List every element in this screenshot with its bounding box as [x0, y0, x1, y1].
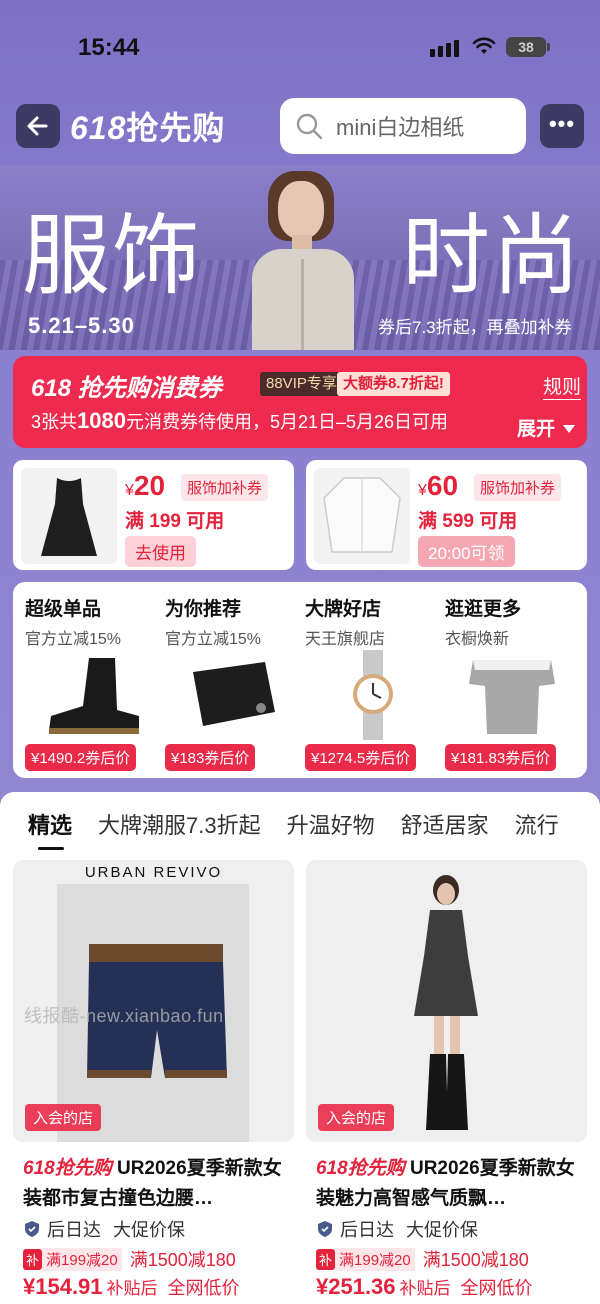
product-image — [306, 860, 587, 1142]
shirt-product-image — [314, 468, 410, 564]
product-card[interactable]: 入会的店 618抢先购 UR2026夏季新款女装魅力高智感气质飘… 后日达 大促… — [306, 860, 587, 1304]
product-title: 618抢先购 UR2026夏季新款女装都市复古撞色边腰… — [23, 1158, 282, 1209]
boot-icon — [49, 658, 139, 734]
banner-title-left: 服饰 — [22, 204, 203, 307]
promo-tags: 补 满199减20 满1500减180 — [23, 1246, 236, 1272]
watch-icon — [353, 650, 393, 740]
product-image: URBAN REVIVO — [13, 860, 294, 1142]
coupon-title: 618 抢先购消费券 — [31, 375, 222, 402]
coupon-amount: ¥20 — [125, 470, 166, 501]
store-badge: 入会的店 — [25, 1104, 102, 1131]
blouse-icon — [469, 660, 555, 734]
shipping-info: 后日达 大促价保 — [23, 1216, 185, 1242]
coupon-panel[interactable]: 618 抢先购消费券 88VIP专享 大额券8.7折起! 3张共1080元消费券… — [13, 356, 587, 448]
back-button[interactable] — [16, 104, 60, 148]
battery-icon: 38 — [506, 37, 550, 57]
tab-home[interactable]: 舒适居家 — [401, 808, 489, 840]
coupon-amount: ¥60 — [418, 470, 459, 501]
expand-button[interactable]: 展开 — [517, 414, 576, 441]
signal-icon — [430, 40, 459, 57]
vip-tag: 88VIP专享 — [260, 372, 343, 396]
brand-text: 抢先购 — [126, 110, 226, 146]
feed-tabs: 精选 大牌潮服7.3折起 升温好物 舒适居家 流行 — [28, 808, 559, 850]
promo-banner[interactable]: 服饰 时尚 5.21–5.30 券后7.3折起，再叠加补券 — [0, 165, 600, 350]
category-item[interactable]: 为你推荐 官方立减15% ¥183券后价 — [165, 594, 305, 771]
coupon-condition: 满 599 可用 — [418, 511, 518, 532]
category-item[interactable]: 逛逛更多 衣橱焕新 ¥181.83券后价 — [445, 594, 585, 771]
category-price: ¥181.83券后价 — [445, 744, 557, 771]
category-price: ¥1274.5券后价 — [305, 744, 417, 771]
arrow-left-icon — [27, 116, 48, 136]
coupon-card[interactable]: ¥60 服饰加补券 满 599 可用 20:00可领 — [306, 460, 587, 570]
category-item[interactable]: 大牌好店 天王旗舰店 ¥1274.5券后价 — [305, 594, 445, 771]
claim-timer-button[interactable]: 20:00可领 — [418, 536, 515, 567]
brand-number: 618 — [70, 110, 127, 146]
search-icon — [296, 113, 323, 140]
clock: 15:44 — [78, 34, 140, 61]
product-price: ¥154.91 — [23, 1274, 103, 1299]
tab-selected[interactable]: 精选 — [28, 808, 72, 850]
coupon-summary: 3张共1080元消费券待使用，5月21日–5月26日可用 — [31, 408, 449, 433]
dress-product-image — [21, 468, 117, 564]
tab-trend[interactable]: 流行 — [515, 808, 559, 840]
banner-date: 5.21–5.30 — [28, 313, 135, 338]
product-card[interactable]: URBAN REVIVO 入会的店 618抢先购 UR2026夏季新款女装都市复… — [13, 860, 294, 1304]
model-image — [238, 165, 368, 350]
banner-subtitle: 券后7.3折起，再叠加补券 — [378, 318, 572, 337]
tab-warm[interactable]: 升温好物 — [287, 808, 375, 840]
watermark: 线报酷-new.xianbao.fun — [24, 1006, 224, 1026]
brand-logo: URBAN REVIVO — [84, 864, 223, 881]
more-dots-icon: ••• — [548, 111, 576, 136]
status-bar: 15:44 38 — [0, 0, 600, 96]
search-input[interactable]: mini白边相纸 — [280, 98, 526, 154]
shield-icon — [25, 1221, 39, 1237]
promo-tags: 补 满199减20 满1500减180 — [316, 1246, 529, 1272]
category-price: ¥1490.2券后价 — [25, 744, 137, 771]
search-placeholder: mini白边相纸 — [336, 115, 465, 140]
coupon-total: 1080 — [77, 408, 126, 433]
coupon-card[interactable]: ¥20 服饰加补券 满 199 可用 去使用 — [13, 460, 294, 570]
coupon-category: 服饰加补券 — [474, 474, 562, 501]
page-title: 618抢先购 — [70, 103, 225, 149]
coupon-category: 服饰加补券 — [181, 474, 269, 501]
price-row: ¥154.91 补贴后 全网低价 — [23, 1274, 240, 1299]
caret-down-icon — [563, 425, 576, 433]
wallet-icon — [193, 662, 275, 726]
big-coupon-tag: 大额券8.7折起! — [337, 372, 450, 396]
product-title: 618抢先购 UR2026夏季新款女装魅力高智感气质飘… — [316, 1158, 575, 1209]
tab-brand[interactable]: 大牌潮服7.3折起 — [98, 808, 261, 840]
banner-title-right: 时尚 — [402, 204, 583, 307]
shipping-info: 后日达 大促价保 — [316, 1216, 478, 1242]
price-row: ¥251.36 补贴后 全网低价 — [316, 1274, 533, 1299]
category-panel: 超级单品 官方立减15% ¥1490.2券后价 为你推荐 官方立减15% ¥18… — [13, 582, 587, 778]
store-badge: 入会的店 — [318, 1104, 395, 1131]
category-item[interactable]: 超级单品 官方立减15% ¥1490.2券后价 — [25, 594, 165, 771]
product-price: ¥251.36 — [316, 1274, 396, 1299]
shield-icon — [318, 1221, 332, 1237]
use-coupon-button[interactable]: 去使用 — [125, 536, 196, 567]
more-button[interactable]: ••• — [540, 104, 584, 148]
product-feed: 精选 大牌潮服7.3折起 升温好物 舒适居家 流行 URBAN REVIVO 入… — [0, 792, 600, 1304]
coupon-condition: 满 199 可用 — [125, 511, 225, 532]
rules-link[interactable]: 规则 — [543, 372, 582, 400]
wifi-icon — [472, 37, 496, 54]
category-price: ¥183券后价 — [165, 744, 256, 771]
